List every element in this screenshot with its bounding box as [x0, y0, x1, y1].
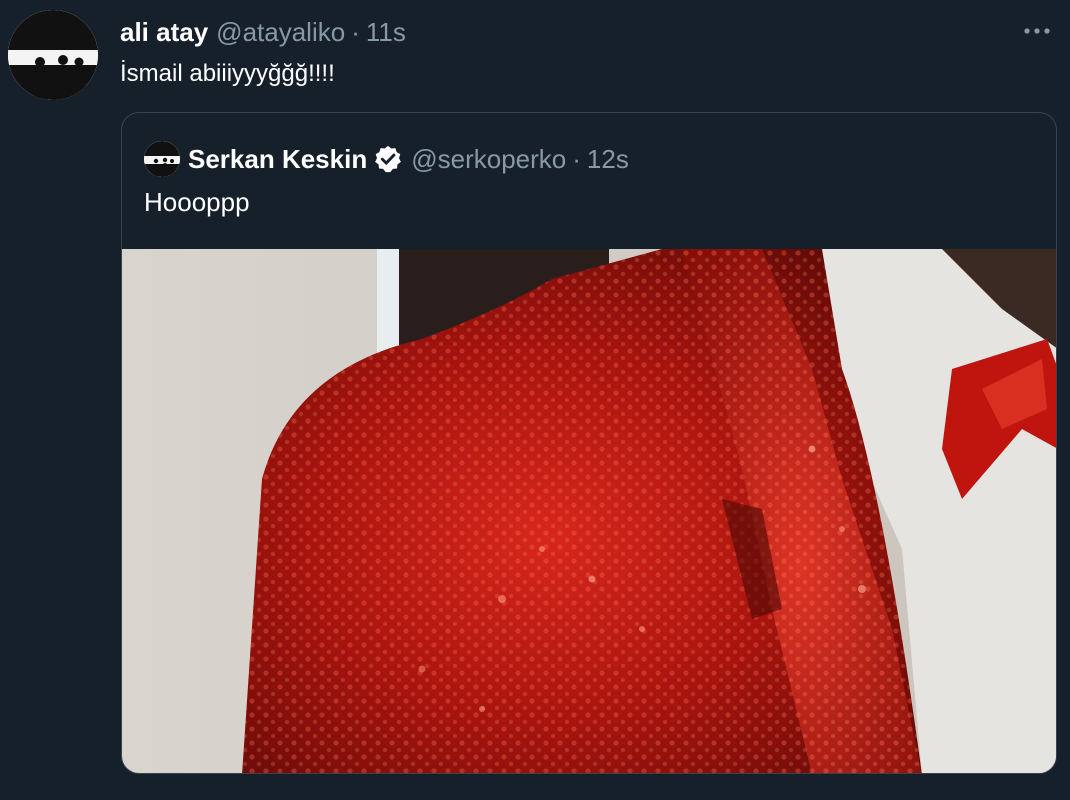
- separator-dot: ·: [351, 17, 360, 47]
- tweet-header: ali atay @atayaliko · 11s: [120, 17, 406, 49]
- quoted-tweet[interactable]: Serkan Keskin @serkoperko · 12s Hoooppp: [121, 112, 1057, 774]
- quoted-separator-dot: ·: [572, 143, 581, 174]
- quoted-tweet-text: Hoooppp: [144, 187, 250, 217]
- quoted-tweet-photo[interactable]: [122, 249, 1056, 773]
- author-avatar[interactable]: [8, 10, 98, 100]
- tweet-text: İsmail abiiiyyyğğğ!!!!: [120, 60, 335, 87]
- quoted-author-avatar: [144, 141, 180, 177]
- author-name[interactable]: ali atay: [120, 17, 208, 48]
- quoted-tweet-header: Serkan Keskin @serkoperko · 12s: [144, 141, 629, 177]
- verified-badge-icon: [373, 144, 403, 174]
- tweet[interactable]: ali atay @atayaliko · 11s İsmail abiiiyy…: [0, 0, 1070, 800]
- tweet-timestamp[interactable]: 11s: [366, 17, 406, 48]
- quoted-author-handle: @serkoperko: [411, 143, 567, 174]
- quoted-tweet-timestamp: 12s: [586, 143, 629, 174]
- quoted-author-name: Serkan Keskin: [188, 143, 368, 174]
- more-horizontal-icon[interactable]: [1020, 14, 1054, 48]
- author-handle[interactable]: @atayaliko: [216, 17, 345, 48]
